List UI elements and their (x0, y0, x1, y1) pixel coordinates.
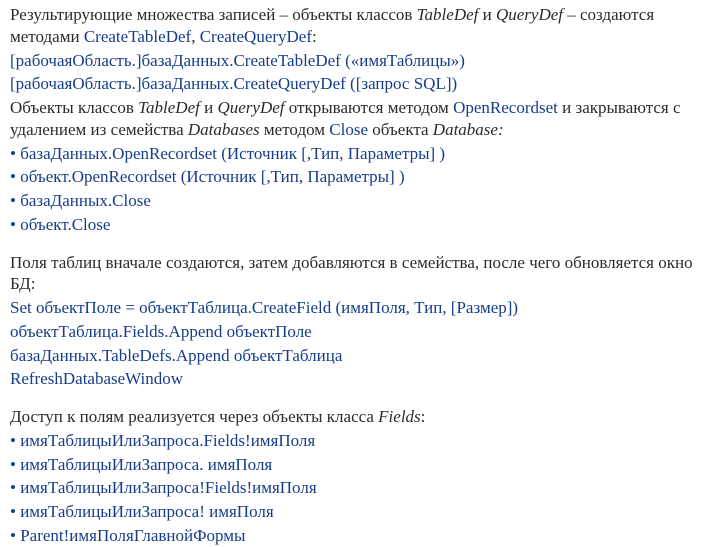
text: : (421, 407, 426, 426)
text: и (200, 98, 218, 117)
text: Доступ к полям реализуется через объекты… (10, 407, 378, 426)
class-name: TableDef (417, 5, 479, 24)
document-body: Результирующие множества записей – объек… (0, 0, 720, 547)
bullet-item: • Parent!имяПоляГлавнойФормы (10, 525, 712, 547)
class-name: QueryDef (496, 5, 563, 24)
bullet-item: • объект.OpenRecordset (Источник [,Тип, … (10, 166, 712, 188)
method-name: CreateTableDef (84, 27, 191, 46)
text: открываются методом (285, 98, 454, 117)
code-line: базаДанных.TableDefs.Append объектТаблиц… (10, 345, 712, 367)
bullet-item: • базаДанных.OpenRecordset (Источник [,Т… (10, 143, 712, 165)
bullet-item: • имяТаблицыИлиЗапроса!Fields!имяПоля (10, 477, 712, 499)
class-name: Fields (378, 407, 421, 426)
bullet-item: • имяТаблицыИлиЗапроса.Fields!имяПоля (10, 430, 712, 452)
code-line: [рабочаяОбласть.]базаДанных.CreateTableD… (10, 50, 712, 72)
code-line: Set объектПоле = объектТаблица.CreateFie… (10, 297, 712, 319)
text: и (478, 5, 496, 24)
text: : (312, 27, 317, 46)
text: Результирующие множества записей – объек… (10, 5, 417, 24)
paragraph-3: Поля таблиц вначале создаются, затем доб… (10, 252, 712, 296)
text: методом (260, 120, 330, 139)
bullet-item: • имяТаблицыИлиЗапроса. имяПоля (10, 454, 712, 476)
paragraph-1: Результирующие множества записей – объек… (10, 4, 712, 48)
text: Поля таблиц вначале создаются, затем доб… (10, 253, 693, 294)
text: , (191, 27, 200, 46)
code-line: объектТаблица.Fields.Append объектПоле (10, 321, 712, 343)
class-name: TableDef (138, 98, 200, 117)
method-name: OpenRecordset (453, 98, 558, 117)
text: объекта (368, 120, 433, 139)
paragraph-4: Доступ к полям реализуется через объекты… (10, 406, 712, 428)
bullet-item: • имяТаблицыИлиЗапроса! имяПоля (10, 501, 712, 523)
class-name: Databases (188, 120, 260, 139)
spacer (10, 238, 712, 252)
spacer (10, 392, 712, 406)
code-line: [рабочаяОбласть.]базаДанных.CreateQueryD… (10, 73, 712, 95)
code-line: RefreshDatabaseWindow (10, 368, 712, 390)
class-name: QueryDef (217, 98, 284, 117)
method-name: CreateQueryDef (200, 27, 312, 46)
class-name: Database: (433, 120, 504, 139)
method-name: Close (329, 120, 368, 139)
text: Объекты классов (10, 98, 138, 117)
bullet-item: • базаДанных.Close (10, 190, 712, 212)
bullet-item: • объект.Close (10, 214, 712, 236)
paragraph-2: Объекты классов TableDef и QueryDef откр… (10, 97, 712, 141)
